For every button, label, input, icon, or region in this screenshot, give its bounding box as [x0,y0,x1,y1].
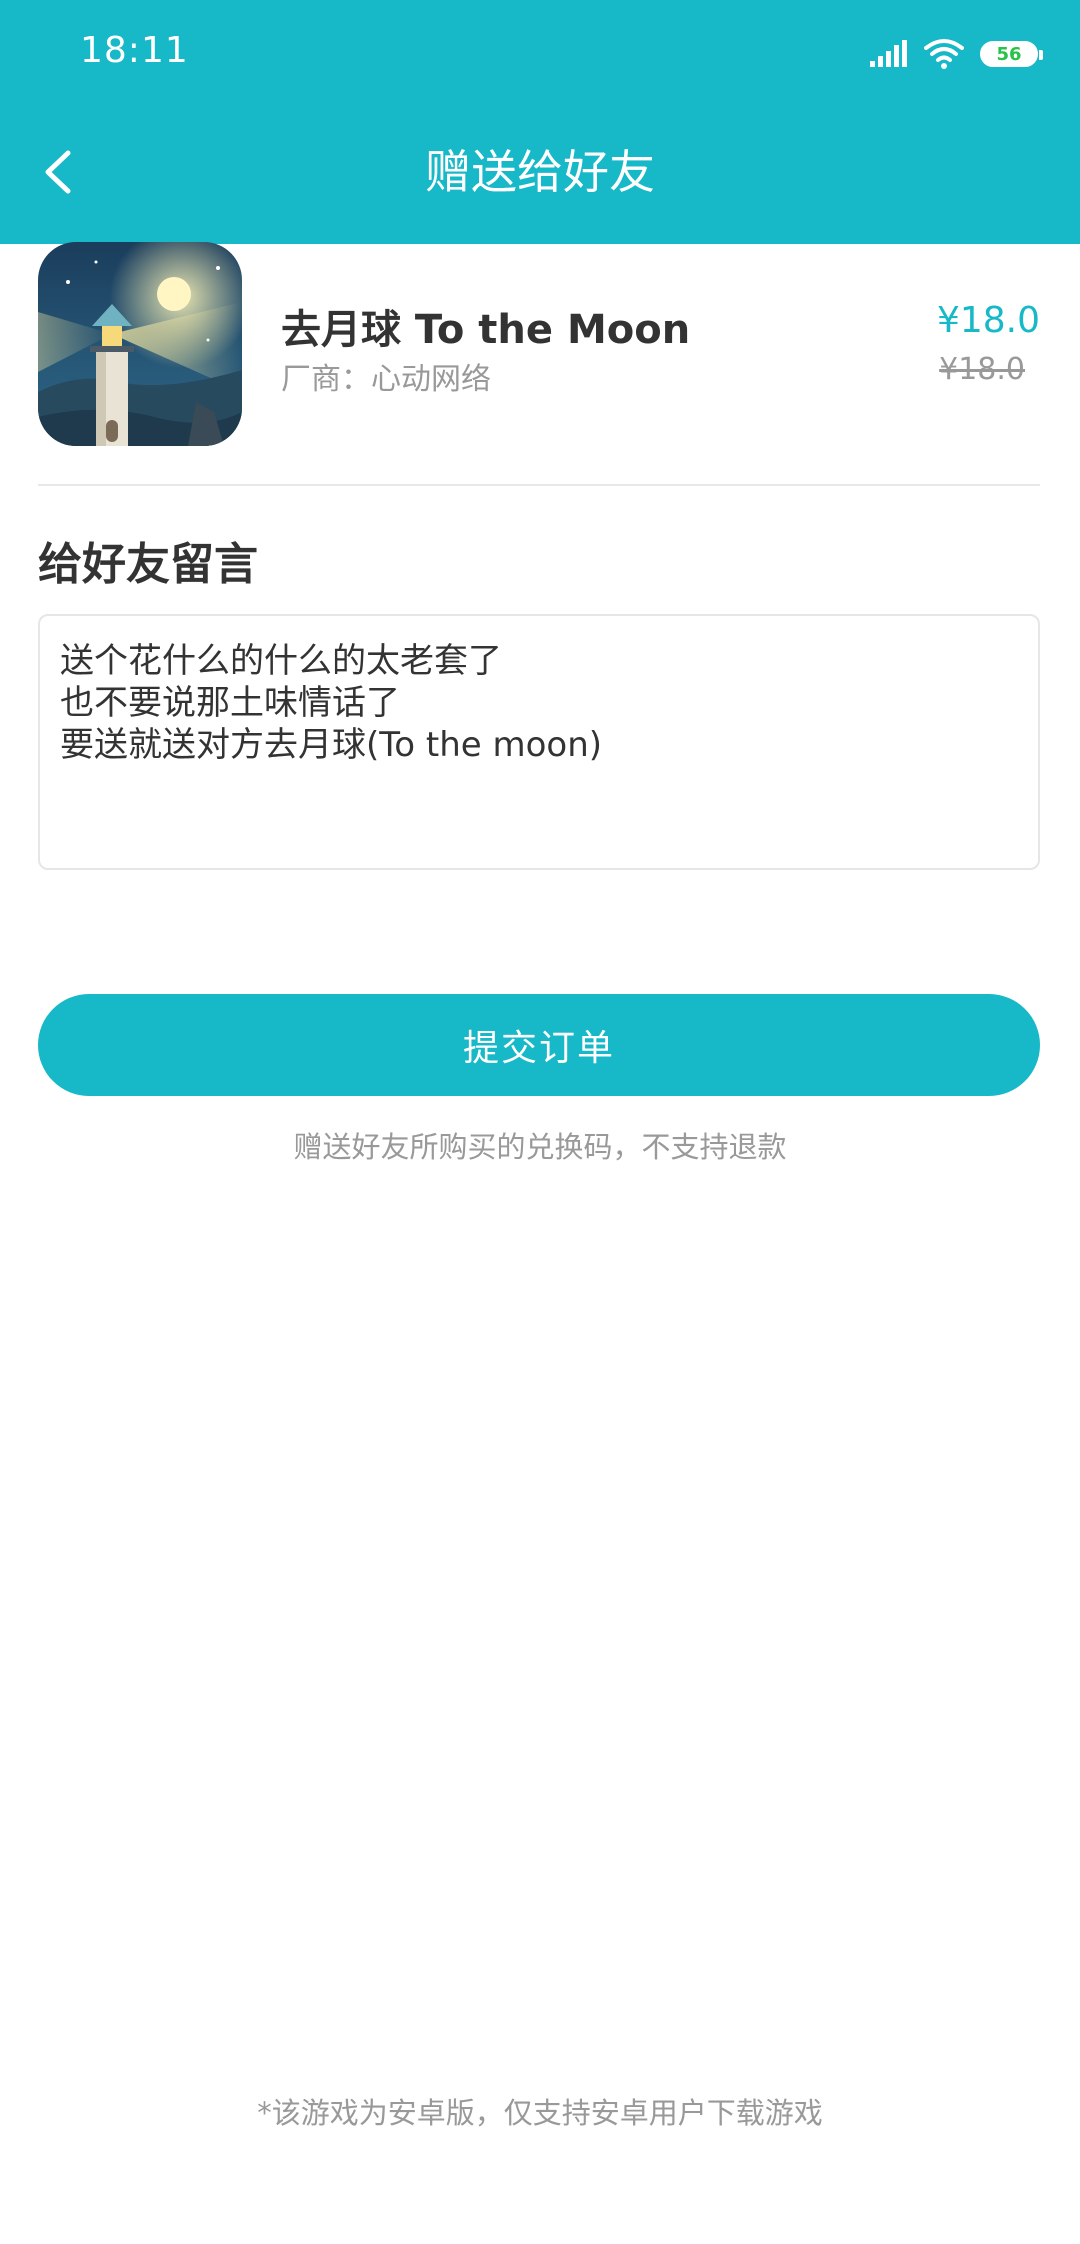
status-time: 18:11 [80,30,189,71]
product-title: 去月球 To the Moon [281,307,691,353]
refund-notice: 赠送好友所购买的兑换码，不支持退款 [293,1130,787,1164]
submit-order-button[interactable]: 提交订单 [38,994,1040,1096]
message-text: 送个花什么的什么的太老套了 也不要说那土味情话了 要送就送对方去月球(To th… [60,641,603,765]
wifi-icon [924,39,964,69]
page-title: 赠送给好友 [425,145,655,199]
battery-icon: 56 [980,41,1043,67]
product-price: ¥18.0 [936,300,1040,341]
divider [38,484,1040,486]
signal-icon [870,40,907,67]
game-lighthouse-icon [38,242,242,446]
status-icons: 56 [868,34,1043,74]
app-bar: 18:11 56 赠送给好友 [0,0,1080,244]
product-vendor: 厂商：心动网络 [281,362,491,397]
platform-notice: *该游戏为安卓版，仅支持安卓用户下载游戏 [257,2096,823,2130]
message-section-title: 给好友留言 [38,539,258,590]
screen: 18:11 56 赠送给好友 去月球 To the Moon 厂商：心动网络 ¥… [0,0,1080,2244]
product-original-price: ¥18.0 [939,352,1025,387]
message-input[interactable]: 送个花什么的什么的太老套了 也不要说那土味情话了 要送就送对方去月球(To th… [38,614,1040,870]
battery-level: 56 [996,43,1022,65]
